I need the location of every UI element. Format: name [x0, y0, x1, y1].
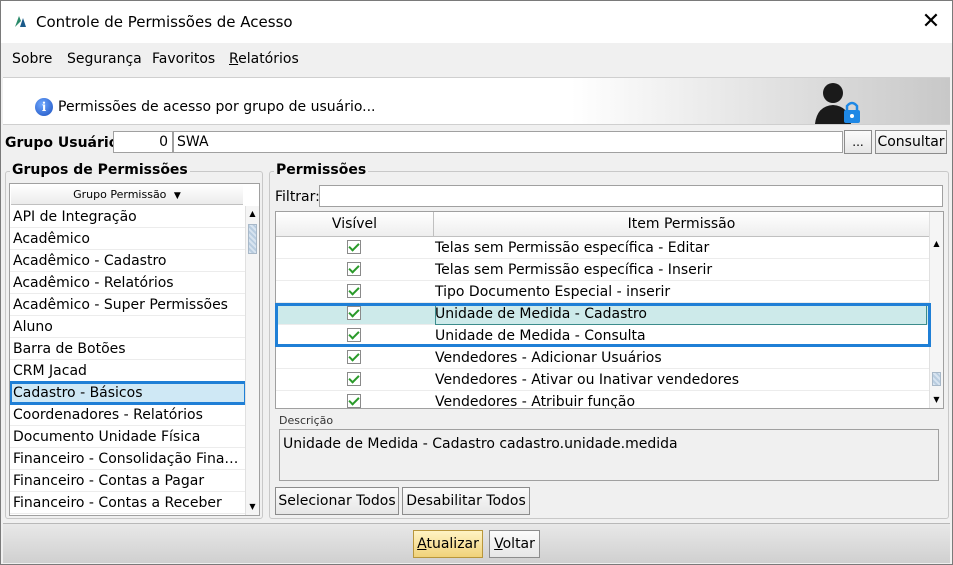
permission-row[interactable]: Vendedores - Atribuir função — [276, 391, 929, 409]
visible-checkbox[interactable] — [347, 394, 361, 408]
menu-bar: Sobre Segurança Favoritos Relatórios — [1, 43, 952, 75]
permissions-scrollbar[interactable]: ▲ ▼ — [929, 212, 943, 408]
voltar-button[interactable]: Voltar — [489, 530, 540, 558]
select-all-button[interactable]: Selecionar Todos — [275, 487, 399, 515]
atualizar-button[interactable]: Atualizar — [413, 530, 483, 558]
menu-relatorios[interactable]: Relatórios — [229, 51, 299, 67]
banner-text: Permissões de acesso por grupo de usuári… — [58, 99, 376, 115]
group-user-label: Grupo Usuário: — [5, 135, 124, 151]
scroll-down-icon[interactable]: ▼ — [930, 392, 943, 408]
group-list-item[interactable]: Documento Unidade Física — [10, 426, 246, 448]
menu-sobre[interactable]: Sobre — [12, 51, 52, 67]
group-list-item[interactable]: API de Integração — [10, 206, 246, 228]
group-list-item[interactable]: Acadêmico - Relatórios — [10, 272, 246, 294]
app-logo-icon — [15, 16, 26, 27]
permissions-table: Visível Item Permissão Telas sem Permiss… — [275, 211, 944, 409]
disable-all-button[interactable]: Desabilitar Todos — [402, 487, 530, 515]
description-label: Descrição — [279, 414, 334, 427]
permission-item-label: Telas sem Permissão específica - Editar — [435, 240, 710, 256]
permission-row[interactable]: Vendedores - Adicionar Usuários — [276, 347, 929, 369]
group-list-item[interactable]: CRM Jacad — [10, 360, 246, 382]
group-list-item[interactable]: Cadastro - Básicos — [10, 381, 247, 405]
visible-checkbox[interactable] — [347, 284, 361, 298]
permission-item-label: Vendedores - Adicionar Usuários — [435, 350, 662, 366]
permission-row[interactable]: Tipo Documento Especial - inserir — [276, 281, 929, 303]
group-permission-column-header[interactable]: Grupo Permissão ▼ — [11, 185, 243, 205]
scroll-up-icon[interactable]: ▲ — [930, 236, 943, 252]
group-list-item[interactable]: Acadêmico - Cadastro — [10, 250, 246, 272]
main-window: Controle de Permissões de Acesso ✕ Sobre… — [0, 0, 953, 565]
group-list-item[interactable]: Acadêmico - Super Permissões — [10, 294, 246, 316]
group-list-item[interactable]: Aluno — [10, 316, 246, 338]
column-visible-header[interactable]: Visível — [276, 212, 434, 237]
visible-checkbox[interactable] — [347, 306, 361, 320]
user-lock-icon — [815, 83, 860, 124]
permission-row[interactable]: Unidade de Medida - Cadastro — [276, 303, 929, 325]
consultar-button[interactable]: Consultar — [875, 130, 947, 154]
group-list-item[interactable]: Acadêmico — [10, 228, 246, 250]
group-list-item[interactable]: Financeiro - Contas a Pagar — [10, 470, 246, 492]
permission-item-label: Vendedores - Ativar ou Inativar vendedor… — [435, 372, 740, 388]
visible-checkbox[interactable] — [347, 350, 361, 364]
visible-checkbox[interactable] — [347, 240, 361, 254]
scroll-up-icon[interactable]: ▲ — [246, 206, 259, 222]
group-rows: API de Integração Acadêmico Acadêmico - Ca… — [10, 206, 247, 514]
permissions-table-header: Visível Item Permissão — [276, 212, 929, 237]
menu-favoritos[interactable]: Favoritos — [152, 51, 215, 67]
permission-row[interactable]: Unidade de Medida - Consulta — [276, 325, 929, 347]
title-bar: Controle de Permissões de Acesso ✕ — [1, 1, 952, 43]
permission-item-label: Telas sem Permissão específica - Inserir — [435, 262, 713, 278]
description-box: Unidade de Medida - Cadastro cadastro.un… — [279, 429, 939, 481]
visible-checkbox[interactable] — [347, 372, 361, 386]
permission-row[interactable]: Telas sem Permissão específica - Editar — [276, 237, 929, 259]
scroll-thumb[interactable] — [932, 372, 941, 386]
column-item-header[interactable]: Item Permissão — [434, 212, 929, 237]
scroll-thumb[interactable] — [248, 224, 257, 254]
permissions-title: Permissões — [274, 162, 369, 178]
group-list-item[interactable]: Barra de Botões — [10, 338, 246, 360]
info-banner: i Permissões de acesso por grupo de usuá… — [3, 77, 950, 125]
group-name-field[interactable]: SWA — [173, 131, 843, 153]
group-list-item[interactable]: Financeiro - Consolidação Financ... — [10, 448, 246, 470]
window-title: Controle de Permissões de Acesso — [36, 13, 293, 31]
filter-label: Filtrar: — [275, 189, 320, 205]
group-list-item[interactable]: Coordenadores - Relatórios — [10, 404, 246, 426]
permission-item-label: Unidade de Medida - Consulta — [435, 328, 646, 344]
info-icon: i — [35, 98, 53, 116]
sort-down-icon: ▼ — [173, 191, 181, 201]
visible-checkbox[interactable] — [347, 262, 361, 276]
group-list-item[interactable]: Financeiro - Contas a Receber — [10, 492, 246, 514]
permission-item-label: Tipo Documento Especial - inserir — [435, 284, 671, 300]
column-header-label: Grupo Permissão — [73, 188, 167, 201]
filter-input[interactable] — [319, 185, 943, 207]
close-button[interactable]: ✕ — [913, 7, 949, 37]
scroll-down-icon[interactable]: ▼ — [246, 499, 259, 515]
permission-row[interactable]: Telas sem Permissão específica - Inserir — [276, 259, 929, 281]
permission-item-label: Vendedores - Atribuir função — [435, 394, 636, 409]
permission-groups-title: Grupos de Permissões — [10, 162, 190, 178]
groups-scrollbar[interactable]: ▲ ▼ — [245, 206, 259, 515]
permission-rows: Telas sem Permissão específica - Editar T… — [276, 237, 929, 409]
group-lookup-button[interactable]: ... — [844, 130, 872, 154]
permission-item-label: Unidade de Medida - Cadastro — [435, 303, 927, 325]
visible-checkbox[interactable] — [347, 328, 361, 342]
group-code-field[interactable]: 0 — [113, 131, 173, 153]
menu-seguranca[interactable]: Segurança — [67, 51, 142, 67]
permission-groups-list: Grupo Permissão ▼ API de Integração Acadê… — [9, 183, 260, 516]
permission-row[interactable]: Vendedores - Ativar ou Inativar vendedor… — [276, 369, 929, 391]
